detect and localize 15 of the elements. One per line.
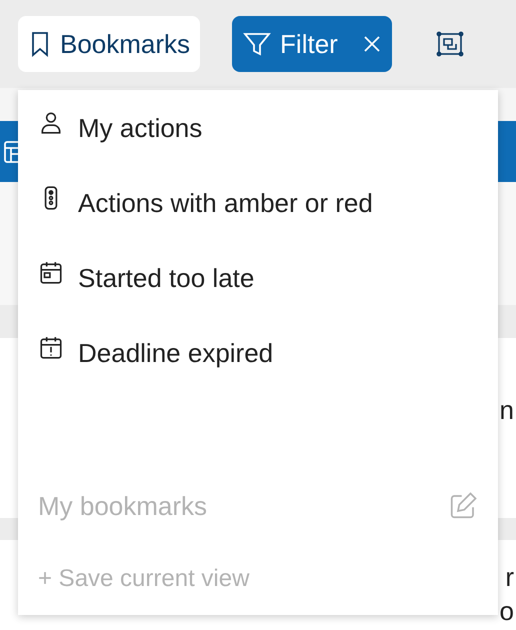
menu-item[interactable]: Actions with amber or red — [18, 185, 498, 260]
menu-item[interactable]: My actions — [18, 110, 498, 185]
calendar-alert-icon — [38, 335, 64, 361]
menu-item[interactable]: Started too late — [18, 260, 498, 335]
frame-icon — [436, 31, 464, 57]
text-fragment: o — [500, 595, 514, 628]
close-icon[interactable] — [362, 34, 382, 54]
menu-item[interactable]: Deadline expired — [18, 335, 498, 410]
text-fragment: r — [505, 561, 514, 594]
filter-icon — [242, 30, 272, 58]
section-heading: My bookmarks — [38, 490, 208, 522]
bookmark-button[interactable]: Bookmarks — [18, 16, 200, 72]
filter-button[interactable]: Filter — [232, 16, 392, 72]
calendar-icon — [38, 260, 64, 286]
text-fragment: n — [500, 394, 514, 426]
